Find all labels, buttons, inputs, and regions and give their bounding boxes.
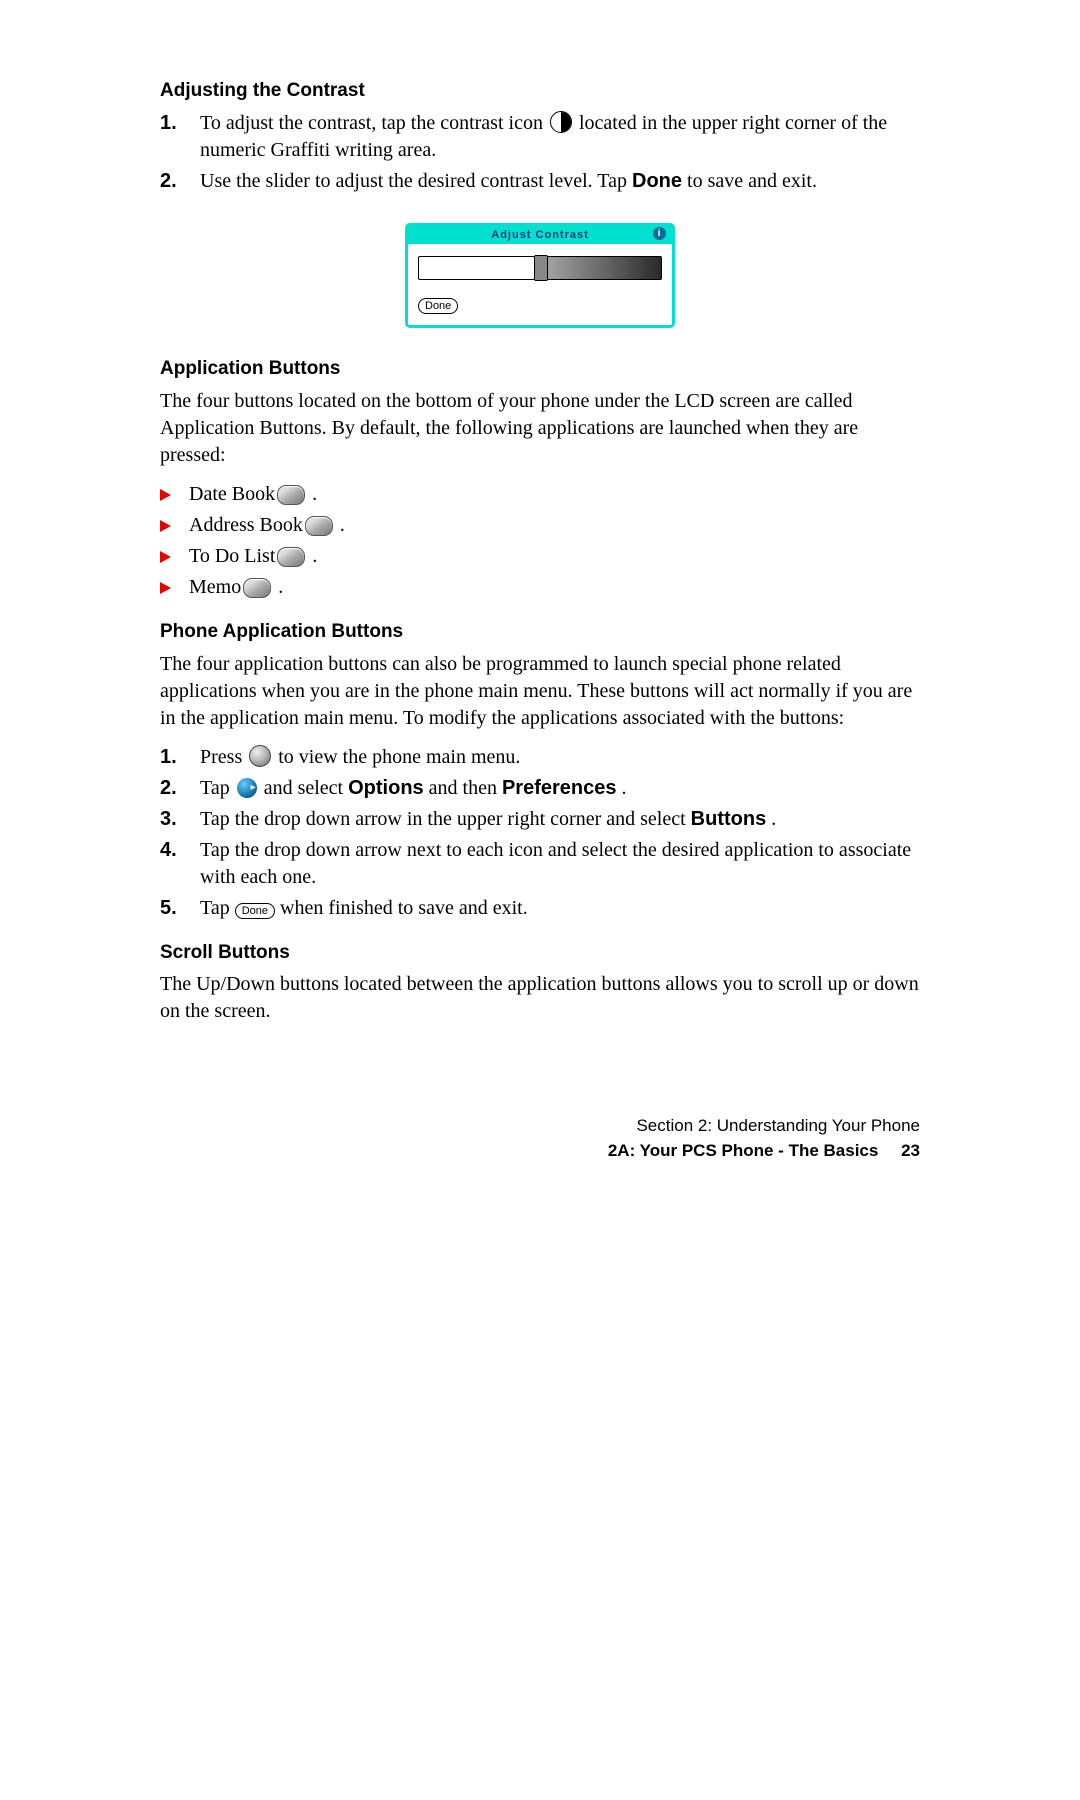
list-item: Date Book . bbox=[160, 481, 920, 508]
text: Use the slider to adjust the desired con… bbox=[200, 170, 632, 192]
slider-thumb[interactable] bbox=[534, 255, 548, 281]
step-text: Press to view the phone main menu. bbox=[188, 744, 920, 771]
item-label: Memo bbox=[189, 574, 241, 601]
step-text: Tap the drop down arrow in the upper rig… bbox=[188, 806, 920, 833]
text: Tap bbox=[200, 777, 235, 799]
step-text: Tap the drop down arrow next to each ico… bbox=[188, 837, 920, 891]
period: . bbox=[273, 574, 283, 601]
heading-phone-app-buttons: Phone Application Buttons bbox=[160, 619, 920, 645]
dialog-titlebar: Adjust Contrast i bbox=[408, 226, 672, 245]
heading-adjusting-contrast: Adjusting the Contrast bbox=[160, 78, 920, 104]
footer-chapter-line: 2A: Your PCS Phone - The Basics 23 bbox=[160, 1140, 920, 1163]
item-label: Date Book bbox=[189, 481, 275, 508]
dialog-title-text: Adjust Contrast bbox=[491, 229, 589, 241]
step-text: To adjust the contrast, tap the contrast… bbox=[188, 110, 920, 164]
text: when finished to save and exit. bbox=[280, 897, 528, 919]
page-number: 23 bbox=[901, 1141, 920, 1160]
period: . bbox=[335, 512, 345, 539]
footer-section-line: Section 2: Understanding Your Phone bbox=[160, 1115, 920, 1138]
phone-button-icon bbox=[249, 745, 271, 767]
text: to view the phone main menu. bbox=[278, 746, 520, 768]
memo-button-icon bbox=[243, 578, 271, 598]
page-footer: Section 2: Understanding Your Phone 2A: … bbox=[160, 1115, 920, 1163]
contrast-steps: 1. To adjust the contrast, tap the contr… bbox=[160, 110, 920, 195]
text: and select bbox=[264, 777, 348, 799]
addressbook-button-icon bbox=[305, 516, 333, 536]
dialog-done-button[interactable]: Done bbox=[418, 298, 458, 314]
heading-application-buttons: Application Buttons bbox=[160, 356, 920, 382]
text: Tap the drop down arrow in the upper rig… bbox=[200, 808, 691, 830]
period: . bbox=[307, 543, 317, 570]
step-text: Use the slider to adjust the desired con… bbox=[188, 168, 920, 195]
scroll-buttons-body: The Up/Down buttons located between the … bbox=[160, 971, 920, 1025]
list-item: Memo . bbox=[160, 574, 920, 601]
bold-preferences: Preferences bbox=[502, 777, 617, 799]
step-number: 1. bbox=[160, 744, 188, 771]
datebook-button-icon bbox=[277, 485, 305, 505]
app-button-list: Date Book . Address Book . To Do List . … bbox=[160, 481, 920, 601]
info-icon: i bbox=[653, 227, 666, 240]
text: Tap bbox=[200, 897, 235, 919]
application-buttons-intro: The four buttons located on the bottom o… bbox=[160, 388, 920, 469]
text: and then bbox=[429, 777, 502, 799]
step-number: 4. bbox=[160, 837, 188, 864]
text: to save and exit. bbox=[687, 170, 817, 192]
text: . bbox=[771, 808, 776, 830]
menu-icon bbox=[237, 778, 257, 798]
item-label: To Do List bbox=[189, 543, 275, 570]
footer-chapter-text: 2A: Your PCS Phone - The Basics bbox=[608, 1141, 879, 1160]
step-number: 3. bbox=[160, 806, 188, 833]
phone-app-steps: 1. Press to view the phone main menu. 2.… bbox=[160, 744, 920, 922]
period: . bbox=[307, 481, 317, 508]
todolist-button-icon bbox=[277, 547, 305, 567]
contrast-slider[interactable] bbox=[418, 256, 662, 280]
text: To adjust the contrast, tap the contrast… bbox=[200, 112, 548, 134]
done-pill-icon: Done bbox=[235, 903, 275, 919]
list-item: To Do List . bbox=[160, 543, 920, 570]
step-number: 1. bbox=[160, 110, 188, 137]
contrast-dialog-figure: Adjust Contrast i Done bbox=[405, 223, 675, 329]
bold-buttons: Buttons bbox=[691, 808, 767, 830]
heading-scroll-buttons: Scroll Buttons bbox=[160, 940, 920, 966]
step-text: Tap and select Options and then Preferen… bbox=[188, 775, 920, 802]
bold-options: Options bbox=[348, 777, 424, 799]
phone-app-intro: The four application buttons can also be… bbox=[160, 651, 920, 732]
step-number: 5. bbox=[160, 895, 188, 922]
text: Press bbox=[200, 746, 247, 768]
step-text: Tap Done when finished to save and exit. bbox=[188, 895, 920, 922]
bold-done: Done bbox=[632, 170, 682, 192]
contrast-icon bbox=[550, 111, 572, 133]
step-number: 2. bbox=[160, 775, 188, 802]
text: . bbox=[622, 777, 627, 799]
step-number: 2. bbox=[160, 168, 188, 195]
list-item: Address Book . bbox=[160, 512, 920, 539]
item-label: Address Book bbox=[189, 512, 303, 539]
